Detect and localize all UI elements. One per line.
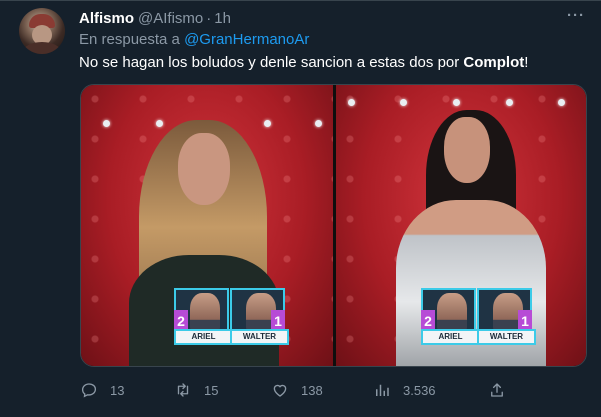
reply-context: En respuesta a @GranHermanoAr (79, 31, 309, 48)
tweet-text: No se hagan los boludos y denle sancion … (79, 54, 528, 71)
vote-card-left: 2 ARIEL (174, 288, 233, 345)
retweet-count: 15 (204, 382, 219, 398)
reply-icon (81, 383, 97, 398)
separator: · (206, 9, 212, 27)
tweet-header: Alfismo @AIfismo · 1h (79, 9, 231, 27)
avatar[interactable] (19, 8, 65, 54)
avatar-shoulder (23, 42, 61, 54)
vote-tag: 2 ARIEL 1 WALTER (421, 288, 551, 345)
vote-name: ARIEL (421, 329, 480, 345)
retweet-button[interactable]: 15 (174, 379, 218, 401)
vote-tag: 2 ARIEL 1 WALTER (174, 288, 304, 345)
tweet[interactable]: Alfismo @AIfismo · 1h ··· En respuesta a… (0, 0, 601, 417)
views-button[interactable]: 3.536 (373, 379, 436, 401)
wall-stud (506, 99, 513, 106)
user-handle[interactable]: @AIfismo (138, 10, 203, 27)
vote-card-right: 1 WALTER (230, 288, 289, 345)
vote-card-left: 2 ARIEL (421, 288, 480, 345)
reply-count: 13 (110, 382, 125, 398)
tweet-text-end: ! (524, 54, 529, 71)
vote-card-photo (190, 293, 220, 331)
tweet-text-bold: Complot (463, 54, 525, 71)
like-button[interactable]: 138 (271, 379, 323, 401)
vote-card-right: 1 WALTER (477, 288, 536, 345)
views-count: 3.536 (403, 382, 436, 398)
reply-button[interactable]: 13 (80, 379, 124, 401)
tweet-actions: 13 15 138 3.536 (80, 379, 587, 401)
reply-mention-link[interactable]: @GranHermanoAr (184, 31, 309, 48)
vote-card-photo (437, 293, 467, 331)
wall-stud (400, 99, 407, 106)
wall-stud (558, 99, 565, 106)
share-button[interactable] (488, 379, 518, 401)
reply-prefix: En respuesta a (79, 31, 180, 48)
media-image-right[interactable]: 2 ARIEL 1 WALTER (336, 85, 586, 366)
wall-stud (315, 120, 322, 127)
tweet-text-plain: No se hagan los boludos y denle sancion … (79, 54, 464, 71)
wall-stud (348, 99, 355, 106)
vote-name: WALTER (230, 329, 289, 345)
media-image-left[interactable]: 2 ARIEL 1 WALTER (81, 85, 333, 366)
heart-icon (273, 384, 287, 397)
display-name[interactable]: Alfismo (79, 10, 134, 27)
person-face (178, 133, 230, 205)
like-count: 138 (301, 382, 323, 398)
vote-name: WALTER (477, 329, 536, 345)
wall-stud (103, 120, 110, 127)
vote-name: ARIEL (174, 329, 233, 345)
share-icon (491, 383, 503, 397)
wall-stud (156, 120, 163, 127)
wall-stud (264, 120, 271, 127)
more-options-icon[interactable]: ··· (566, 7, 586, 25)
tweet-media[interactable]: 2 ARIEL 1 WALTER 2 ARIEL 1 WALTER (80, 84, 587, 367)
wall-stud (453, 99, 460, 106)
timestamp[interactable]: 1h (214, 10, 231, 27)
person-face (444, 117, 490, 183)
analytics-icon (376, 384, 389, 396)
retweet-icon (177, 383, 189, 397)
